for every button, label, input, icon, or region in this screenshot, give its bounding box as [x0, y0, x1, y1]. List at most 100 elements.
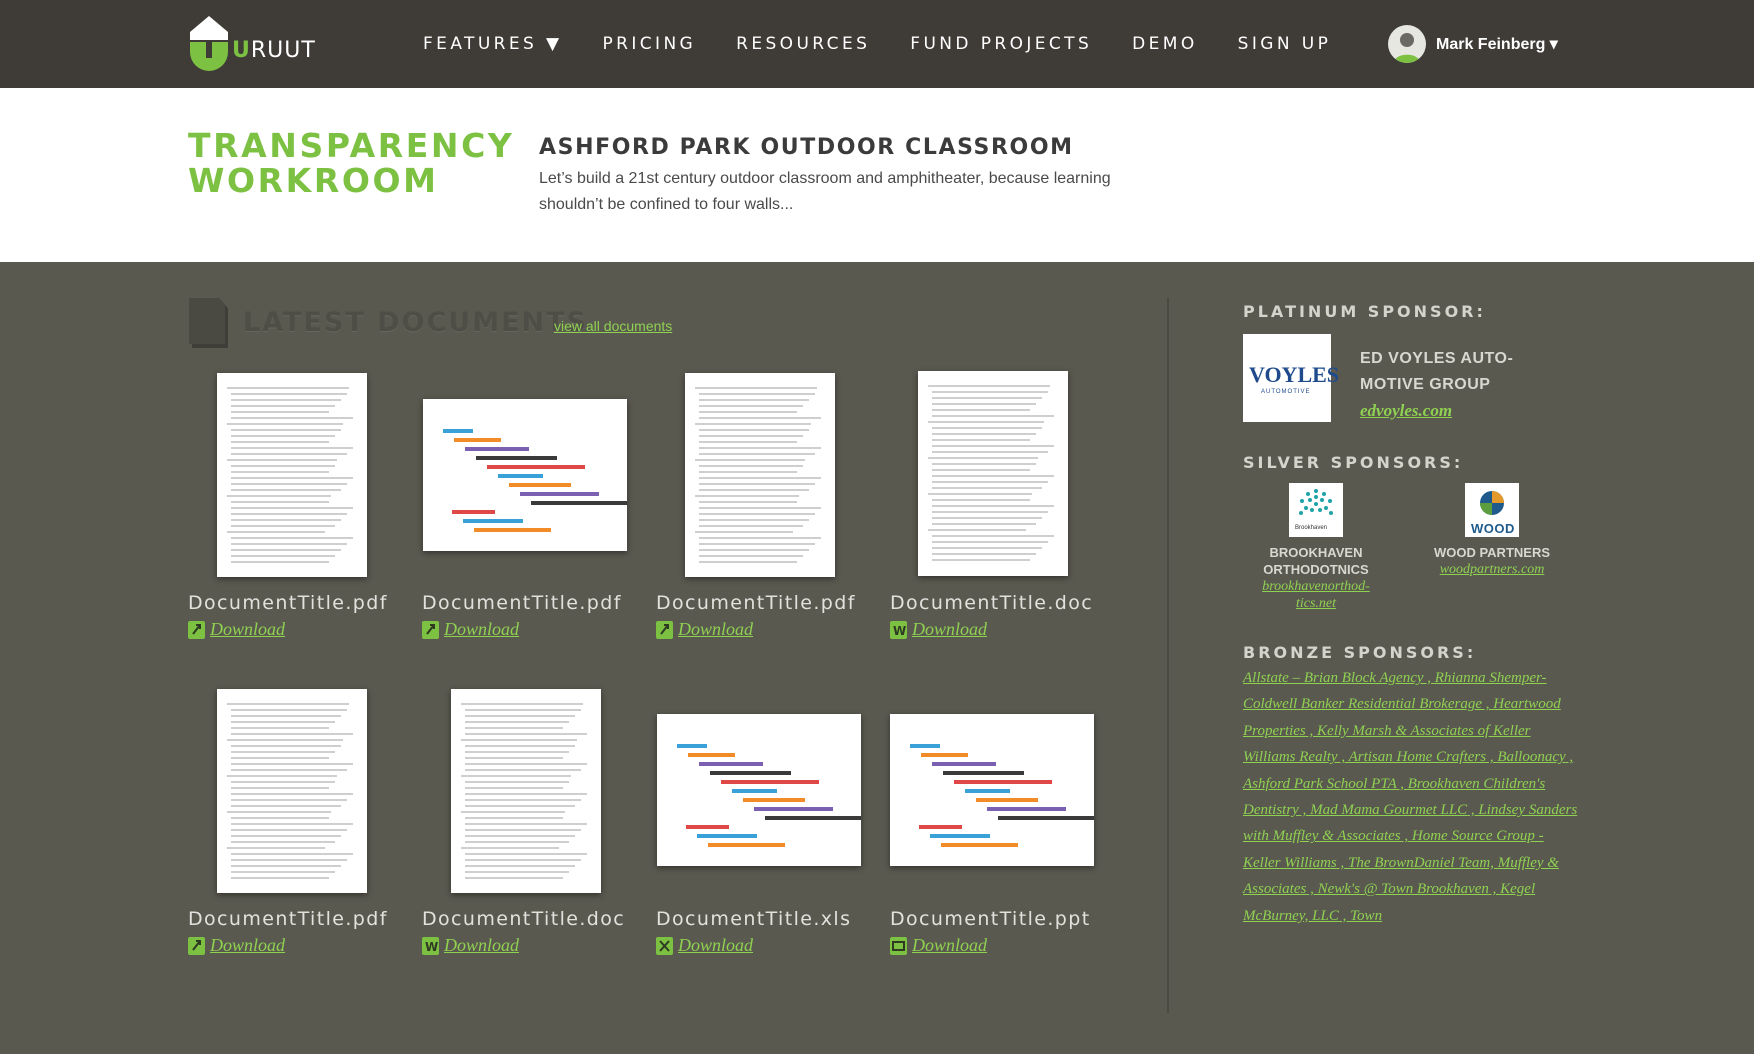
bronze-sponsor-link[interactable]: Newk's @ Town Brookhaven — [1318, 881, 1489, 897]
thumbnail-text-line — [231, 489, 341, 491]
document-title[interactable]: DocumentTitle.doc — [890, 592, 1093, 614]
thumbnail-text-line — [231, 757, 329, 759]
svg-text:W: W — [893, 624, 906, 638]
thumbnail-chart-bar — [910, 744, 940, 748]
document-title[interactable]: DocumentTitle.doc — [422, 908, 625, 930]
bronze-separator: , — [1400, 828, 1412, 845]
thumbnail-text-line — [699, 561, 797, 563]
thumbnail-text-line — [465, 793, 587, 795]
thumbnail-text-line — [227, 775, 337, 777]
document-thumbnail[interactable] — [890, 714, 1094, 866]
thumbnail-text-line — [231, 835, 341, 837]
uruut-logo[interactable]: URUUT — [188, 14, 328, 76]
thumbnail-text-line — [695, 495, 799, 497]
thumbnail-text-line — [231, 745, 341, 747]
bronze-sponsor-link[interactable]: Allstate – Brian Block Agency — [1243, 670, 1424, 686]
nav-features[interactable]: FEATURES ▼ — [423, 34, 562, 56]
page-title-line2: WORKROOM — [188, 161, 439, 200]
nav-resources[interactable]: RESOURCES — [736, 34, 870, 56]
document-title[interactable]: DocumentTitle.pdf — [422, 592, 622, 614]
wood-partners-logo[interactable]: WOOD — [1465, 483, 1519, 537]
thumbnail-text-line — [695, 423, 811, 425]
silver-sponsor-link[interactable]: brookhavenorthod-tics.net — [1247, 578, 1385, 612]
ppt-file-icon — [890, 936, 907, 955]
download-label[interactable]: Download — [444, 935, 519, 956]
nav-pricing[interactable]: PRICING — [602, 34, 696, 56]
download-link[interactable]: W Download — [890, 619, 987, 640]
thumbnail-text-line — [465, 859, 581, 861]
thumbnail-text-line — [465, 751, 569, 753]
thumbnail-chart-bar — [474, 528, 551, 532]
download-label[interactable]: Download — [912, 935, 987, 956]
thumbnail-text-line — [699, 543, 815, 545]
download-label[interactable]: Download — [210, 619, 285, 640]
doc-file-icon: W — [422, 936, 439, 955]
column-divider — [1167, 298, 1169, 1013]
document-thumbnail[interactable] — [451, 689, 601, 893]
download-label[interactable]: Download — [210, 935, 285, 956]
thumbnail-text-line — [231, 471, 329, 473]
thumbnail-text-line — [699, 489, 809, 491]
voyles-logo[interactable]: VOYLES AUTOMOTIVE — [1243, 334, 1339, 422]
download-link[interactable]: Download — [188, 619, 285, 640]
download-link[interactable]: Download — [188, 935, 285, 956]
document-title[interactable]: DocumentTitle.pdf — [188, 908, 388, 930]
download-link[interactable]: W Download — [422, 935, 519, 956]
download-link[interactable]: Download — [656, 619, 753, 640]
thumbnail-text-line — [465, 787, 563, 789]
thumbnail-text-line — [928, 385, 1050, 387]
document-thumbnail[interactable] — [217, 373, 367, 577]
thumbnail-text-line — [465, 829, 581, 831]
doc-file-icon: W — [890, 620, 907, 639]
bronze-sponsor-link[interactable]: Mad Mama Gourmet LLC — [1310, 802, 1467, 818]
thumbnail-chart-bar — [498, 474, 543, 478]
thumbnail-text-line — [231, 721, 335, 723]
pdf-file-icon — [188, 620, 205, 639]
user-menu[interactable]: Mark Feinberg ▾ — [1388, 24, 1558, 64]
nav-demo[interactable]: DEMO — [1132, 34, 1197, 56]
thumbnail-text-line — [231, 507, 353, 509]
bronze-sponsor-link[interactable]: Town — [1350, 908, 1382, 924]
document-thumbnail[interactable] — [217, 689, 367, 893]
brookhaven-logo[interactable]: Brookhaven — [1289, 483, 1343, 537]
xls-file-icon — [656, 936, 673, 955]
thumbnail-chart-bar — [686, 825, 729, 829]
platinum-sponsor-link[interactable]: edvoyles.com — [1360, 398, 1540, 424]
thumbnail-text-line — [699, 501, 797, 503]
silver-sponsor-link[interactable]: woodpartners.com — [1422, 561, 1562, 578]
document-title[interactable]: DocumentTitle.pdf — [188, 592, 388, 614]
document-thumbnail[interactable] — [918, 371, 1068, 576]
thumbnail-text-line — [227, 387, 349, 389]
download-label[interactable]: Download — [678, 935, 753, 956]
bronze-sponsor-link[interactable]: Ashford Park School PTA — [1243, 776, 1396, 792]
download-link[interactable]: Download — [422, 619, 519, 640]
thumbnail-text-line — [227, 531, 325, 533]
bronze-sponsor-link[interactable]: Balloonacy — [1497, 749, 1565, 765]
avatar[interactable] — [1388, 25, 1426, 63]
document-title[interactable]: DocumentTitle.pdf — [656, 592, 856, 614]
voyles-logo-text: VOYLES — [1249, 362, 1340, 387]
nav-fund-projects[interactable]: FUND PROJECTS — [910, 34, 1092, 56]
download-link[interactable]: Download — [890, 935, 987, 956]
pdf-file-icon — [422, 620, 439, 639]
thumbnail-text-line — [461, 847, 559, 849]
document-thumbnail[interactable] — [657, 714, 861, 866]
document-thumbnail[interactable] — [423, 399, 627, 551]
view-all-documents-link[interactable]: view all documents — [554, 318, 672, 334]
document-title[interactable]: DocumentTitle.xls — [656, 908, 851, 930]
thumbnail-text-line — [231, 483, 347, 485]
download-label[interactable]: Download — [444, 619, 519, 640]
nav-sign-up[interactable]: SIGN UP — [1238, 34, 1332, 56]
document-title[interactable]: DocumentTitle.ppt — [890, 908, 1091, 930]
document-thumbnail[interactable] — [685, 373, 835, 577]
user-name[interactable]: Mark Feinberg ▾ — [1436, 34, 1558, 54]
download-label[interactable]: Download — [912, 619, 987, 640]
bronze-sponsor-link[interactable]: Artisan Home Crafters — [1349, 749, 1487, 765]
download-label[interactable]: Download — [678, 619, 753, 640]
thumbnail-text-line — [699, 405, 803, 407]
thumbnail-text-line — [932, 427, 1042, 429]
bronze-separator: , — [1565, 749, 1574, 766]
page-title-line1: TRANSPARENCY — [188, 126, 515, 165]
download-link[interactable]: Download — [656, 935, 753, 956]
thumbnail-text-line — [231, 763, 353, 765]
